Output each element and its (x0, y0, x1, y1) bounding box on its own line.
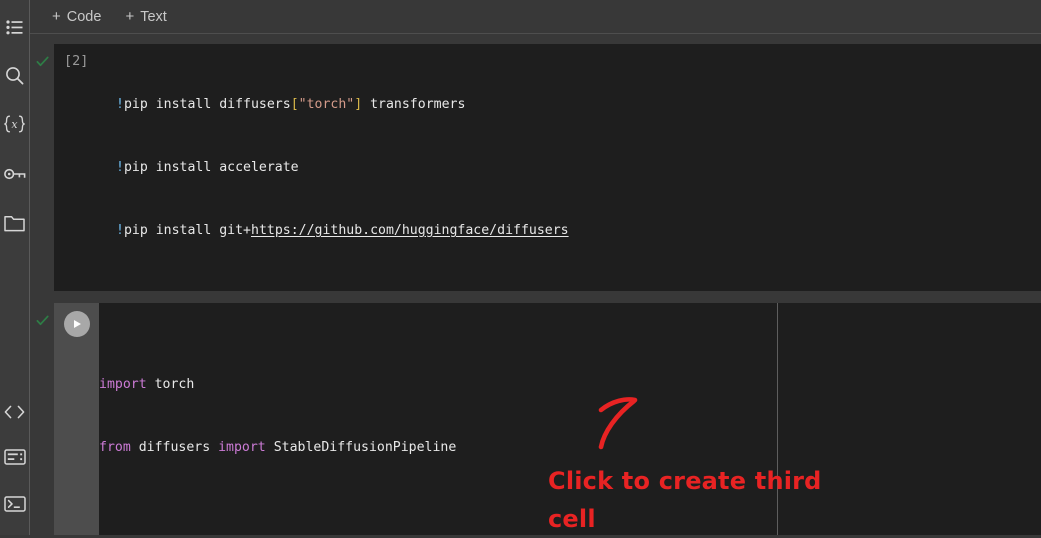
notebook-cell[interactable]: import torch from diffusers import Stabl… (30, 303, 1041, 535)
cell-spacer (30, 291, 1041, 303)
cell-source-code[interactable]: !pip install diffusers["torch"] transfor… (116, 44, 1041, 291)
toolbar-add-text-label: Text (140, 8, 167, 25)
code-line: !pip install accelerate (116, 160, 299, 175)
notebook-scroll-area[interactable]: [2] !pip install diffusers["torch"] tran… (30, 34, 1041, 535)
files-folder-icon[interactable] (0, 206, 29, 240)
code-snippets-icon[interactable] (0, 395, 29, 429)
success-check-icon (36, 56, 49, 67)
left-icon-rail: x (0, 0, 30, 535)
plus-icon: + (125, 8, 135, 25)
command-palette-icon[interactable] (0, 440, 29, 474)
code-line: from diffusers import StableDiffusionPip… (99, 440, 457, 455)
terminal-icon[interactable] (0, 487, 29, 521)
code-line: import torch (99, 377, 195, 392)
run-cell-button[interactable] (63, 311, 90, 337)
cell-status-gutter (30, 44, 54, 291)
cell-status-gutter (30, 303, 54, 535)
toolbar-add-text-button[interactable]: + Text (117, 7, 174, 27)
secrets-key-icon[interactable] (0, 157, 29, 191)
variables-icon[interactable]: x (0, 107, 29, 141)
notebook-toolbar: + Code + Text (30, 0, 1041, 34)
success-check-icon (36, 315, 49, 326)
toolbar-add-code-label: Code (66, 8, 102, 25)
table-of-contents-icon[interactable] (0, 10, 29, 44)
search-icon[interactable] (0, 58, 29, 92)
notebook-main-area: + Code + Text [2] !pip install diffusers… (30, 0, 1041, 535)
code-line: !pip install git+https://github.com/hugg… (116, 223, 569, 238)
play-icon (74, 320, 81, 328)
annotation-text: Click to create third cell (548, 462, 848, 538)
annotation-text-line-2: cell (548, 505, 596, 533)
cell-execution-count: [2] (64, 53, 89, 69)
cell-body[interactable]: [2] !pip install diffusers["torch"] tran… (54, 44, 1041, 291)
colab-notebook-window: x + Code + Text [2] !pip install diffuse… (0, 0, 1041, 535)
toolbar-add-code-button[interactable]: + Code (44, 7, 109, 27)
code-line: !pip install diffusers["torch"] transfor… (116, 97, 466, 112)
notebook-cell[interactable]: [2] !pip install diffusers["torch"] tran… (30, 44, 1041, 291)
svg-text:x: x (11, 118, 18, 131)
annotation-text-line-1: Click to create third (548, 467, 822, 495)
url-link[interactable]: https://github.com/huggingface/diffusers (251, 223, 569, 238)
plus-icon: + (52, 8, 61, 25)
cell-run-gutter (54, 303, 99, 535)
